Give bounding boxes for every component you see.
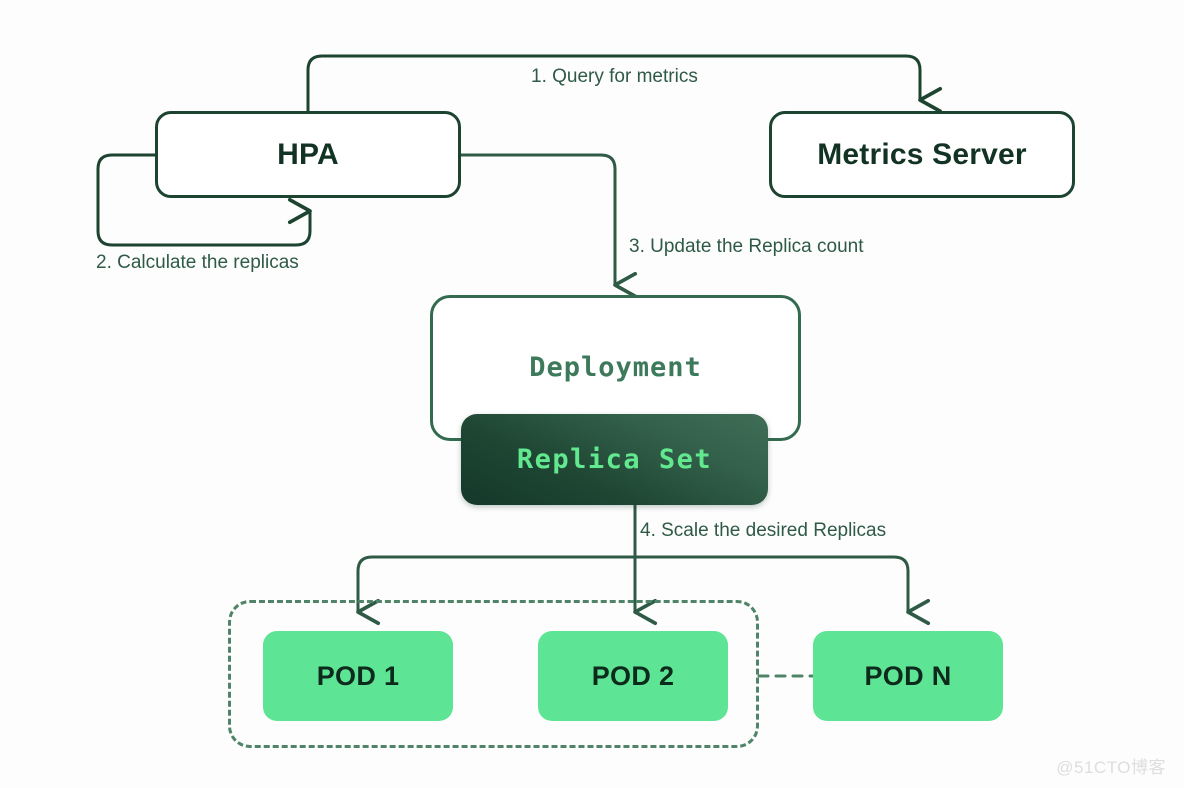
step-3-label: 3. Update the Replica count	[629, 236, 864, 257]
node-pod-2[interactable]: POD 2	[538, 631, 728, 721]
watermark: @51CTO博客	[1056, 758, 1166, 777]
node-deployment-label: Deployment	[529, 352, 702, 383]
node-replica-set[interactable]: Replica Set	[461, 414, 768, 505]
node-pod-n[interactable]: POD N	[813, 631, 1003, 721]
node-pod-1[interactable]: POD 1	[263, 631, 453, 721]
node-pod-n-label: POD N	[864, 660, 952, 691]
step-1-label: 1. Query for metrics	[531, 66, 698, 87]
diagram-canvas: HPA Metrics Server Deployment Replica Se…	[0, 0, 1184, 788]
node-hpa[interactable]: HPA	[155, 111, 461, 198]
step-4-label: 4. Scale the desired Replicas	[640, 520, 887, 541]
step-2-label: 2. Calculate the replicas	[96, 252, 299, 273]
node-metrics-server[interactable]: Metrics Server	[769, 111, 1075, 198]
node-metrics-server-label: Metrics Server	[817, 137, 1027, 171]
connector-update-replica-count	[459, 153, 638, 299]
node-hpa-label: HPA	[277, 137, 339, 171]
node-replica-set-label: Replica Set	[516, 444, 713, 475]
node-pod-2-label: POD 2	[591, 660, 675, 691]
node-pod-1-label: POD 1	[316, 660, 400, 691]
